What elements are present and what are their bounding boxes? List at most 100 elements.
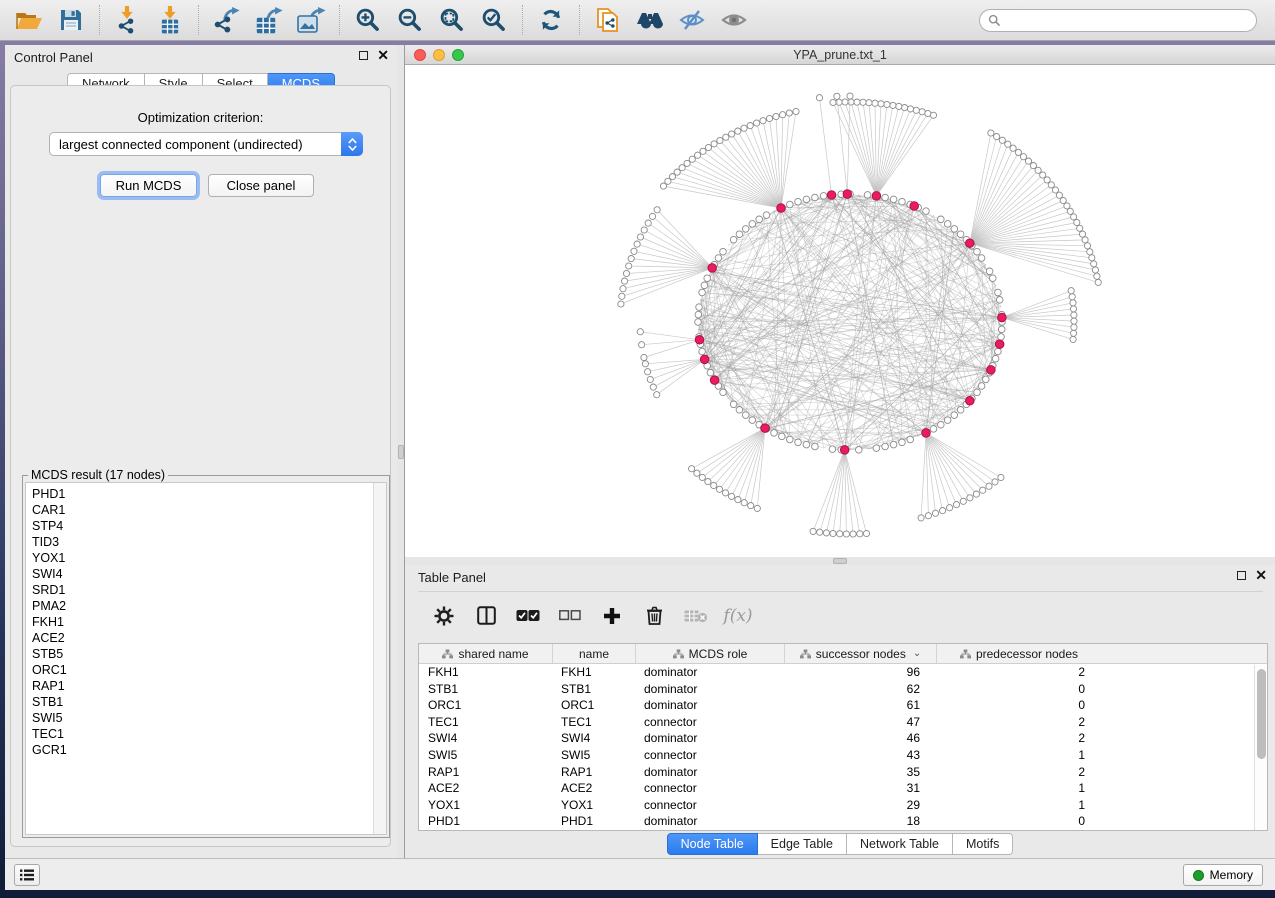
leaf-node[interactable]: [773, 113, 779, 119]
leaf-node[interactable]: [729, 493, 735, 499]
leaf-node[interactable]: [620, 286, 626, 292]
leaf-node[interactable]: [623, 270, 629, 276]
network-node[interactable]: [715, 255, 722, 262]
mcds-result-item[interactable]: SWI4: [32, 566, 386, 582]
network-node[interactable]: [957, 407, 964, 414]
network-node[interactable]: [707, 369, 714, 376]
leaf-node[interactable]: [766, 115, 772, 121]
leaf-node[interactable]: [699, 474, 705, 480]
mcds-node[interactable]: [700, 355, 709, 364]
network-node[interactable]: [974, 248, 981, 255]
leaf-node[interactable]: [1025, 158, 1031, 164]
leaf-node[interactable]: [866, 100, 872, 106]
leaf-node[interactable]: [689, 156, 695, 162]
show-panel-button[interactable]: [713, 3, 755, 37]
leaf-node[interactable]: [973, 491, 979, 497]
run-mcds-button[interactable]: Run MCDS: [100, 174, 197, 197]
network-node[interactable]: [829, 446, 836, 453]
network-node[interactable]: [986, 268, 993, 275]
leaf-node[interactable]: [860, 99, 866, 105]
table-row[interactable]: ORC1ORC1dominator610: [419, 697, 1267, 714]
table-scrollbar-thumb[interactable]: [1257, 669, 1266, 759]
table-row[interactable]: ACE2ACE2connector311: [419, 780, 1267, 797]
leaf-node[interactable]: [637, 329, 643, 335]
network-node[interactable]: [803, 441, 810, 448]
leaf-node[interactable]: [780, 112, 786, 118]
leaf-node[interactable]: [641, 227, 647, 233]
network-node[interactable]: [812, 443, 819, 450]
leaf-node[interactable]: [1052, 187, 1058, 193]
table-row[interactable]: SWI5SWI5connector431: [419, 747, 1267, 764]
leaf-node[interactable]: [639, 342, 645, 348]
leaf-node[interactable]: [980, 487, 986, 493]
leaf-node[interactable]: [716, 486, 722, 492]
leaf-node[interactable]: [872, 100, 878, 106]
column-header-name[interactable]: name: [552, 644, 635, 663]
leaf-node[interactable]: [1064, 203, 1070, 209]
leaf-node[interactable]: [689, 466, 695, 472]
leaf-node[interactable]: [735, 497, 741, 503]
leaf-node[interactable]: [878, 101, 884, 107]
leaf-node[interactable]: [631, 248, 637, 254]
task-history-button[interactable]: [14, 864, 40, 886]
network-node[interactable]: [787, 436, 794, 443]
network-node[interactable]: [992, 355, 999, 362]
column-header-successor-nodes[interactable]: successor nodes⌄: [784, 644, 936, 663]
column-header-shared-name[interactable]: shared name: [419, 644, 552, 663]
network-node[interactable]: [957, 231, 964, 238]
leaf-node[interactable]: [1071, 330, 1077, 336]
network-node[interactable]: [998, 334, 1005, 341]
leaf-node[interactable]: [1091, 261, 1097, 267]
leaf-node[interactable]: [988, 130, 994, 136]
leaf-node[interactable]: [843, 531, 849, 537]
leaf-node[interactable]: [1070, 336, 1076, 342]
network-node[interactable]: [930, 426, 937, 433]
network-node[interactable]: [978, 255, 985, 262]
leaf-node[interactable]: [999, 137, 1005, 143]
leaf-node[interactable]: [748, 503, 754, 509]
leaf-node[interactable]: [817, 529, 823, 535]
network-node[interactable]: [720, 389, 727, 396]
network-node[interactable]: [696, 304, 703, 311]
leaf-node[interactable]: [848, 99, 854, 105]
mcds-result-item[interactable]: RAP1: [32, 678, 386, 694]
network-node[interactable]: [944, 221, 951, 228]
import-table-button[interactable]: [149, 3, 191, 37]
column-header-predecessor-nodes[interactable]: predecessor nodes: [936, 644, 1101, 663]
mcds-node[interactable]: [761, 424, 770, 433]
mcds-node[interactable]: [710, 376, 719, 385]
network-node[interactable]: [756, 216, 763, 223]
mcds-result-item[interactable]: STP4: [32, 518, 386, 534]
float-panel-icon[interactable]: [359, 51, 368, 60]
leaf-node[interactable]: [918, 515, 924, 521]
mcds-node[interactable]: [998, 313, 1007, 322]
leaf-node[interactable]: [754, 505, 760, 511]
network-node[interactable]: [923, 208, 930, 215]
search-input[interactable]: [1006, 13, 1248, 27]
leaf-node[interactable]: [637, 234, 643, 240]
mcds-node[interactable]: [995, 340, 1004, 349]
leaf-node[interactable]: [940, 508, 946, 514]
leaf-node[interactable]: [1094, 273, 1100, 279]
leaf-node[interactable]: [1077, 225, 1083, 231]
leaf-node[interactable]: [741, 125, 747, 131]
leaf-node[interactable]: [700, 148, 706, 154]
network-node[interactable]: [990, 275, 997, 282]
leaf-node[interactable]: [711, 141, 717, 147]
network-node[interactable]: [749, 417, 756, 424]
leaf-node[interactable]: [1079, 231, 1085, 237]
leaf-node[interactable]: [960, 498, 966, 504]
refresh-layout-button[interactable]: [530, 3, 572, 37]
leaf-node[interactable]: [896, 103, 902, 109]
mcds-node[interactable]: [872, 192, 881, 201]
network-node[interactable]: [856, 447, 863, 454]
leaf-node[interactable]: [705, 144, 711, 150]
leaf-node[interactable]: [735, 128, 741, 134]
network-node[interactable]: [951, 412, 958, 419]
leaf-node[interactable]: [1005, 141, 1011, 147]
network-node[interactable]: [730, 236, 737, 243]
leaf-node[interactable]: [717, 137, 723, 143]
leaf-node[interactable]: [1089, 255, 1095, 261]
leaf-node[interactable]: [810, 528, 816, 534]
network-node[interactable]: [704, 275, 711, 282]
